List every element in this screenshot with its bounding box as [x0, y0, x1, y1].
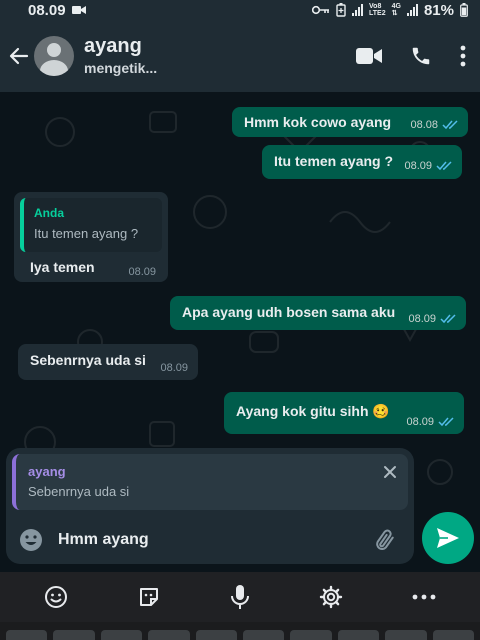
battery-icon [460, 3, 468, 17]
microphone-icon[interactable] [230, 584, 250, 610]
message-text: Iya temen [30, 259, 95, 275]
message-text: Ayang kok gitu sihh [236, 403, 369, 419]
read-ticks-icon [440, 314, 456, 324]
message-bubble-incoming[interactable]: Sebenrnya uda si 08.09 [18, 344, 198, 380]
sticker-icon[interactable] [137, 585, 161, 609]
woozy-face-emoji: 🥴 [372, 403, 390, 419]
message-bubble-outgoing[interactable]: Itu temen ayang ? 08.09 [262, 145, 462, 179]
back-button[interactable] [2, 36, 36, 76]
message-text: Hmm kok cowo ayang [244, 114, 392, 130]
message-time: 08.09 [406, 416, 434, 428]
message-time: 08.09 [404, 160, 432, 172]
key[interactable] [290, 630, 332, 640]
video-call-icon[interactable] [356, 47, 382, 65]
quoted-message[interactable]: Anda Itu temen ayang ? [20, 198, 162, 252]
close-icon[interactable] [382, 464, 398, 480]
back-arrow-icon [9, 47, 29, 65]
read-ticks-icon [442, 120, 458, 130]
avatar-body-shape [40, 60, 68, 76]
quoted-text: Itu temen ayang ? [34, 226, 139, 241]
message-input[interactable] [58, 531, 370, 549]
phone-call-icon[interactable] [410, 45, 432, 67]
reply-author: ayang [28, 464, 66, 479]
read-ticks-icon [438, 417, 454, 427]
more-options-icon[interactable] [460, 45, 466, 67]
quoted-author: Anda [34, 206, 64, 220]
settings-icon[interactable] [319, 585, 343, 609]
key[interactable] [432, 630, 475, 640]
key[interactable] [148, 630, 190, 640]
contact-status: mengetik... [84, 60, 158, 76]
network-label-top: Vo8 [369, 3, 382, 10]
message-bubble-outgoing[interactable]: Hmm kok cowo ayang 08.08 [232, 107, 468, 137]
send-icon [437, 528, 459, 548]
key[interactable] [337, 630, 380, 640]
key-icon [312, 5, 330, 15]
emoji-button[interactable] [16, 525, 46, 555]
attach-button[interactable] [370, 525, 400, 555]
message-text: Apa ayang udh bosen sama aku [182, 304, 396, 320]
message-bubble-outgoing[interactable]: Apa ayang udh bosen sama aku 08.09 [170, 296, 466, 330]
signal-icon-2 [406, 4, 418, 16]
keyboard-toolbar [0, 572, 480, 622]
contact-name: ayang [84, 35, 142, 57]
message-time: 08.09 [128, 266, 156, 278]
reply-preview[interactable]: ayang Sebenrnya uda si [12, 454, 408, 510]
contact-avatar[interactable] [34, 36, 74, 76]
key[interactable] [6, 630, 48, 640]
keyboard-keys[interactable] [0, 622, 480, 640]
avatar-head-shape [47, 43, 61, 57]
message-text: Sebenrnya uda si [30, 352, 146, 368]
message-composer: ayang Sebenrnya uda si [6, 448, 414, 564]
contact-info[interactable]: ayang mengetik... [84, 34, 157, 78]
signal-icon [352, 4, 364, 16]
network-gen-label: 4G [391, 3, 401, 10]
read-ticks-icon [436, 161, 452, 171]
battery-percent: 81% [423, 1, 454, 19]
emoji-icon [20, 529, 42, 551]
status-time: 08.09 [28, 1, 66, 19]
message-time: 08.08 [410, 119, 438, 131]
key[interactable] [53, 630, 95, 640]
chat-header: ayang mengetik... [0, 20, 480, 92]
message-bubble-incoming[interactable]: Anda Itu temen ayang ? Iya temen 08.09 [14, 192, 168, 282]
send-button[interactable] [422, 512, 474, 564]
message-time: 08.09 [160, 362, 188, 374]
battery-saver-icon [336, 3, 346, 17]
more-icon[interactable] [412, 594, 436, 600]
video-record-icon [71, 6, 86, 14]
network-label-bottom: LTE2 [369, 10, 386, 17]
message-text: Itu temen ayang ? [274, 153, 394, 169]
reply-text: Sebenrnya uda si [28, 484, 130, 499]
paperclip-icon [376, 529, 394, 551]
emoji-icon[interactable] [44, 585, 68, 609]
status-bar: 08.09 Vo8 LTE2 4G ⇅ 81% [0, 0, 480, 20]
message-time: 08.09 [408, 313, 436, 325]
message-bubble-outgoing[interactable]: Ayang kok gitu sihh 🥴 08.09 [224, 392, 464, 434]
key[interactable] [100, 630, 143, 640]
key[interactable] [243, 630, 285, 640]
key[interactable] [195, 630, 238, 640]
key[interactable] [385, 630, 427, 640]
